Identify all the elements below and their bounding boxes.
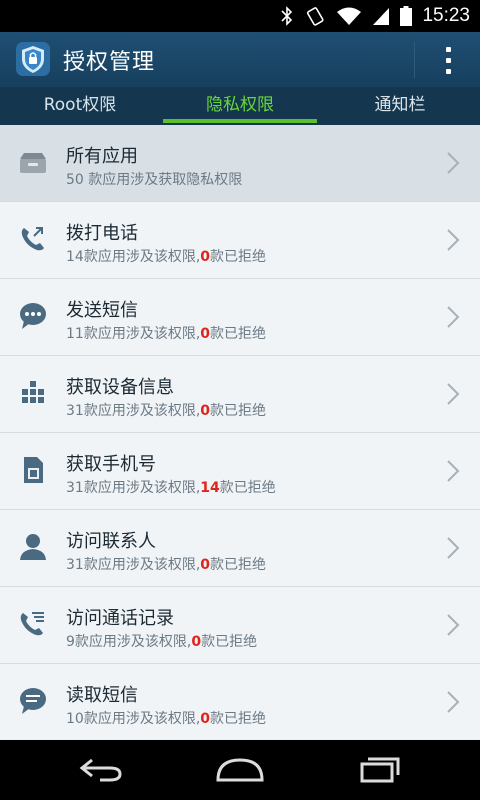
- chevron-right-icon: [446, 382, 460, 406]
- list-item-device-info[interactable]: 获取设备信息 31款应用涉及该权限,0款已拒绝: [0, 356, 480, 433]
- list-item-subtitle: 14款应用涉及该权限,0款已拒绝: [66, 246, 266, 266]
- clock-time: 15:23: [422, 5, 470, 26]
- list-item-subtitle: 50 款应用涉及获取隐私权限: [66, 172, 243, 188]
- tab-bar: Root权限 隐私权限 通知栏: [0, 87, 480, 126]
- subtitle-suffix: 款已拒绝: [210, 711, 267, 727]
- subtitle-text: 11款应用涉及该权限,: [66, 326, 201, 342]
- subtitle-suffix: 款已拒绝: [210, 403, 267, 419]
- list-item-subtitle: 31款应用涉及该权限,0款已拒绝: [66, 400, 266, 420]
- apps-box-icon: [18, 147, 48, 177]
- list-item-title: 访问通话记录: [66, 608, 174, 629]
- back-icon[interactable]: [78, 754, 124, 788]
- phone-call-icon: [18, 224, 48, 254]
- shield-lock-icon[interactable]: [16, 42, 50, 76]
- subtitle-suffix: 款已拒绝: [210, 326, 267, 342]
- subtitle-text: 31款应用涉及该权限,: [66, 480, 201, 496]
- action-bar: 授权管理: [0, 32, 480, 87]
- denied-count: 0: [200, 403, 211, 419]
- list-item-title: 读取短信: [66, 685, 138, 706]
- recent-apps-icon[interactable]: [358, 754, 404, 788]
- list-item-read-sms[interactable]: 读取短信 10款应用涉及该权限,0款已拒绝: [0, 664, 480, 739]
- chevron-right-icon: [446, 613, 460, 637]
- call-log-icon: [18, 609, 48, 639]
- list-item-title: 拨打电话: [66, 223, 138, 244]
- contact-person-icon: [18, 532, 48, 562]
- list-item-title: 发送短信: [66, 300, 138, 321]
- list-item-subtitle: 31款应用涉及该权限,0款已拒绝: [66, 554, 266, 574]
- denied-count: 0: [200, 249, 211, 265]
- permission-list: 所有应用 50 款应用涉及获取隐私权限 拨打电话 14款应用涉及该权限,0款已拒…: [0, 125, 480, 739]
- chevron-right-icon: [446, 228, 460, 252]
- chat-bubble-icon: [18, 301, 48, 331]
- device-grid-icon: [18, 378, 48, 408]
- status-bar: 15:23: [0, 0, 480, 32]
- list-item-subtitle: 11款应用涉及该权限,0款已拒绝: [66, 323, 266, 343]
- list-item-contacts[interactable]: 访问联系人 31款应用涉及该权限,0款已拒绝: [0, 510, 480, 587]
- list-item-call-log[interactable]: 访问通话记录 9款应用涉及该权限,0款已拒绝: [0, 587, 480, 664]
- signal-icon: [372, 6, 390, 26]
- list-item-phone-number[interactable]: 获取手机号 31款应用涉及该权限,14款已拒绝: [0, 433, 480, 510]
- subtitle-text: 14款应用涉及该权限,: [66, 249, 201, 265]
- subtitle-suffix: 款已拒绝: [201, 634, 258, 650]
- vibrate-icon: [304, 6, 326, 26]
- list-item-make-calls[interactable]: 拨打电话 14款应用涉及该权限,0款已拒绝: [0, 202, 480, 279]
- tab-privacy-permission[interactable]: 隐私权限: [160, 87, 320, 125]
- list-item-all-apps[interactable]: 所有应用 50 款应用涉及获取隐私权限: [0, 125, 480, 202]
- home-icon[interactable]: [214, 754, 266, 788]
- denied-count: 0: [200, 326, 211, 342]
- bluetooth-icon: [280, 6, 294, 26]
- subtitle-suffix: 款已拒绝: [210, 557, 267, 573]
- page-title: 授权管理: [63, 50, 156, 75]
- subtitle-text: 9款应用涉及该权限,: [66, 634, 192, 650]
- list-item-subtitle: 31款应用涉及该权限,14款已拒绝: [66, 477, 276, 497]
- tab-root-permission[interactable]: Root权限: [0, 87, 160, 125]
- chevron-right-icon: [446, 151, 460, 175]
- message-read-icon: [18, 686, 48, 716]
- wifi-icon: [336, 6, 362, 26]
- denied-count: 0: [200, 711, 211, 727]
- sim-card-icon: [18, 455, 48, 485]
- list-item-subtitle: 9款应用涉及该权限,0款已拒绝: [66, 631, 257, 651]
- chevron-right-icon: [446, 459, 460, 483]
- list-item-subtitle: 10款应用涉及该权限,0款已拒绝: [66, 708, 266, 728]
- chevron-right-icon: [446, 305, 460, 329]
- denied-count: 0: [200, 557, 211, 573]
- tab-notification-bar[interactable]: 通知栏: [320, 87, 480, 125]
- navigation-bar: [0, 740, 480, 800]
- subtitle-suffix: 款已拒绝: [219, 480, 276, 496]
- list-item-title: 访问联系人: [66, 531, 156, 552]
- subtitle-suffix: 款已拒绝: [210, 249, 267, 265]
- subtitle-text: 31款应用涉及该权限,: [66, 557, 201, 573]
- chevron-right-icon: [446, 536, 460, 560]
- action-bar-divider: [414, 42, 415, 78]
- list-item-title: 所有应用: [66, 146, 138, 167]
- overflow-menu-icon[interactable]: [432, 40, 464, 80]
- list-item-send-sms[interactable]: 发送短信 11款应用涉及该权限,0款已拒绝: [0, 279, 480, 356]
- list-item-title: 获取手机号: [66, 454, 156, 475]
- chevron-right-icon: [446, 690, 460, 714]
- subtitle-text: 10款应用涉及该权限,: [66, 711, 201, 727]
- subtitle-text: 31款应用涉及该权限,: [66, 403, 201, 419]
- list-item-title: 获取设备信息: [66, 377, 174, 398]
- battery-icon: [400, 6, 413, 26]
- denied-count: 14: [200, 480, 220, 496]
- denied-count: 0: [191, 634, 202, 650]
